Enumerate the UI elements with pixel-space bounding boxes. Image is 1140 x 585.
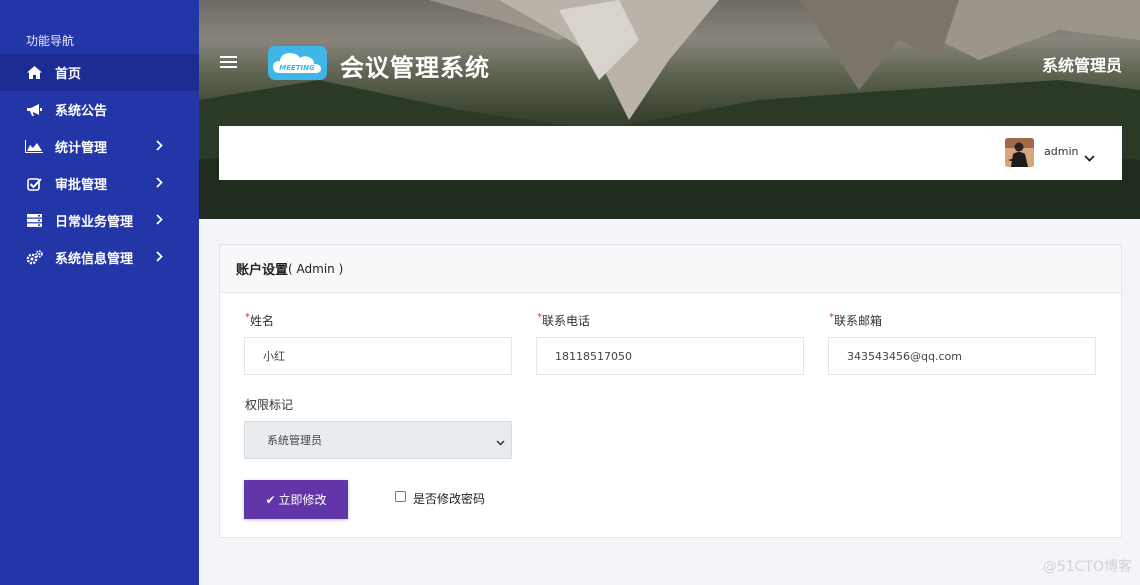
check-square-icon: [25, 176, 43, 192]
check-icon: ✔: [265, 492, 276, 507]
email-label: *联系邮箱: [829, 312, 883, 328]
chevron-down-icon: [496, 436, 505, 449]
chevron-right-icon: [156, 177, 163, 192]
card-title-suffix: ( Admin ): [288, 261, 344, 276]
email-input[interactable]: [828, 337, 1096, 375]
mountain-background-image: [199, 0, 1140, 219]
role-title: 系统管理员: [1041, 56, 1122, 75]
sidebar-item-system-info[interactable]: 系统信息管理: [0, 239, 199, 276]
megaphone-icon: [25, 102, 43, 118]
role-label: 权限标记: [245, 398, 294, 412]
home-icon: [25, 65, 43, 81]
phone-input[interactable]: [536, 337, 804, 375]
submit-button[interactable]: ✔ 立即修改: [244, 480, 348, 519]
phone-label: *联系电话: [537, 312, 591, 328]
app-title: 会议管理系统: [340, 54, 490, 82]
sidebar-item-daily-business[interactable]: 日常业务管理: [0, 202, 199, 239]
chevron-right-icon: [156, 251, 163, 266]
card-title: 账户设置: [236, 263, 289, 278]
server-icon: [25, 213, 43, 229]
meeting-logo: MEETING: [268, 46, 327, 80]
sidebar-item-label: 系统公告: [55, 104, 108, 119]
chevron-right-icon: [156, 140, 163, 155]
submit-label: 立即修改: [278, 493, 327, 507]
name-input[interactable]: [244, 337, 512, 375]
account-settings-card: 账户设置 ( Admin ) *姓名 *联系电话 *联系邮箱 权限标记 系统管理…: [219, 244, 1122, 538]
sidebar-item-home[interactable]: 首页: [0, 54, 199, 91]
sidebar-item-label: 日常业务管理: [55, 215, 134, 230]
sidebar-item-label: 审批管理: [55, 178, 108, 193]
change-password-label[interactable]: 是否修改密码: [413, 490, 485, 507]
svg-text:MEETING: MEETING: [279, 64, 315, 72]
role-select-value: 系统管理员: [267, 434, 322, 447]
avatar[interactable]: [1005, 138, 1034, 167]
change-password-checkbox[interactable]: [395, 491, 406, 502]
sidebar-item-label: 统计管理: [55, 141, 108, 156]
name-label: *姓名: [245, 312, 275, 328]
area-chart-icon: [25, 139, 43, 155]
chevron-down-icon[interactable]: [1084, 147, 1095, 166]
menu-toggle-button[interactable]: [220, 55, 238, 69]
card-header: 账户设置 ( Admin ): [220, 245, 1121, 293]
sidebar-item-approval[interactable]: 审批管理: [0, 165, 199, 202]
sidebar-item-statistics[interactable]: 统计管理: [0, 128, 199, 165]
sidebar-title: 功能导航: [26, 34, 75, 48]
sidebar-item-announcements[interactable]: 系统公告: [0, 91, 199, 128]
user-name[interactable]: admin: [1044, 145, 1078, 158]
sidebar-item-label: 系统信息管理: [55, 252, 134, 267]
chevron-right-icon: [156, 214, 163, 229]
header-banner: MEETING 会议管理系统 系统管理员: [199, 0, 1140, 219]
role-select[interactable]: 系统管理员: [244, 421, 512, 459]
user-topbar: admin: [219, 126, 1122, 180]
sidebar: 功能导航 首页 系统公告 统计管理 审批管理 日常业务管理 系统信息管理: [0, 0, 199, 585]
cogs-icon: [25, 250, 43, 266]
sidebar-item-label: 首页: [55, 67, 82, 82]
watermark: @51CTO博客: [1042, 559, 1132, 575]
